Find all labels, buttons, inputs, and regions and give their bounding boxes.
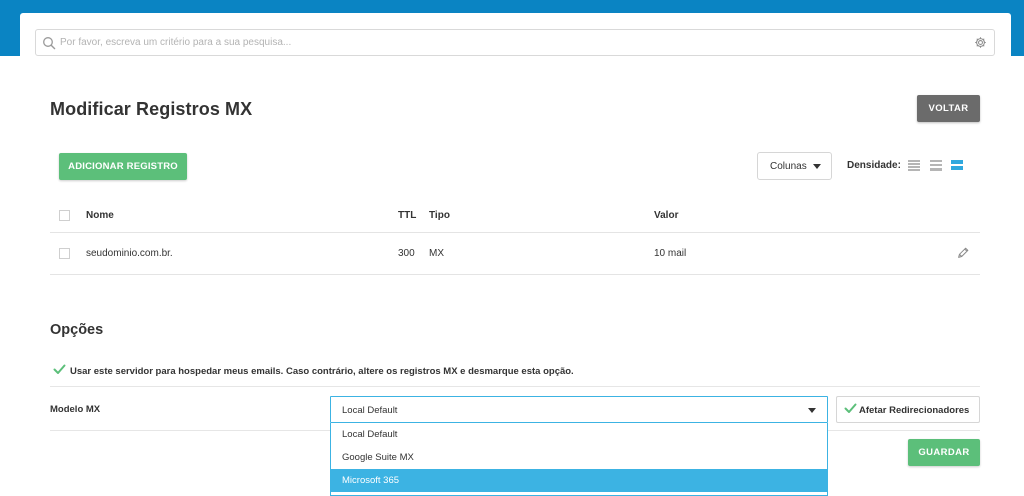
table-row: seudominio.com.br. 300 MX 10 mail [50, 233, 980, 275]
select-all-checkbox[interactable] [59, 210, 70, 221]
caret-down-icon [813, 164, 821, 169]
column-header-tipo: Tipo [429, 210, 450, 221]
record-type: MX [429, 248, 444, 259]
record-name: seudominio.com.br. [86, 248, 173, 259]
density-compact-icon[interactable] [908, 160, 920, 171]
columns-dropdown-button[interactable]: Colunas [757, 152, 832, 180]
dropdown-option-local-default[interactable]: Local Default [331, 423, 827, 446]
search-input[interactable] [60, 30, 960, 55]
checkmark-icon[interactable] [53, 364, 66, 375]
save-button[interactable]: GUARDAR [908, 439, 980, 466]
column-header-ttl: TTL [398, 210, 417, 221]
main-panel: Modificar Registros MX VOLTAR ADICIONAR … [20, 13, 1011, 496]
record-value: 10 mail [654, 248, 687, 259]
search-icon [43, 37, 56, 50]
mx-model-selected-value: Local Default [342, 405, 398, 416]
record-ttl: 300 [398, 248, 415, 259]
add-record-button[interactable]: ADICIONAR REGISTRO [59, 153, 187, 180]
mx-model-select[interactable]: Local Default [330, 396, 828, 423]
dropdown-option-google-suite-mx[interactable]: Google Suite MX [331, 446, 827, 469]
gear-icon[interactable] [974, 36, 987, 49]
checkmark-icon [844, 403, 857, 413]
host-emails-option[interactable]: Usar este servidor para hospedar meus em… [50, 359, 980, 387]
pencil-icon[interactable] [956, 246, 970, 260]
affect-redirectors-toggle[interactable]: Afetar Redirecionadores [836, 396, 980, 423]
density-comfortable-icon[interactable] [951, 160, 963, 171]
host-emails-label: Usar este servidor para hospedar meus em… [70, 366, 574, 377]
caret-down-icon [808, 408, 816, 413]
mx-records-table: Nome TTL Tipo Valor seudominio.com.br. 3… [50, 198, 980, 275]
columns-label: Colunas [770, 160, 807, 172]
search-bar [35, 29, 995, 56]
density-label: Densidade: [847, 160, 901, 171]
mx-model-dropdown-list: Local Default Google Suite MX Microsoft … [330, 423, 828, 496]
column-header-valor: Valor [654, 210, 679, 221]
column-header-nome: Nome [86, 210, 114, 221]
table-header-row: Nome TTL Tipo Valor [50, 198, 980, 233]
row-checkbox[interactable] [59, 248, 70, 259]
page-title: Modificar Registros MX [50, 99, 253, 119]
mx-model-label: Modelo MX [50, 404, 101, 415]
dropdown-option-microsoft-365[interactable]: Microsoft 365 [331, 469, 827, 492]
options-section-title: Opções [50, 322, 104, 338]
back-button[interactable]: VOLTAR [917, 95, 980, 122]
density-normal-icon[interactable] [930, 160, 942, 171]
affect-redirectors-label: Afetar Redirecionadores [859, 405, 970, 416]
